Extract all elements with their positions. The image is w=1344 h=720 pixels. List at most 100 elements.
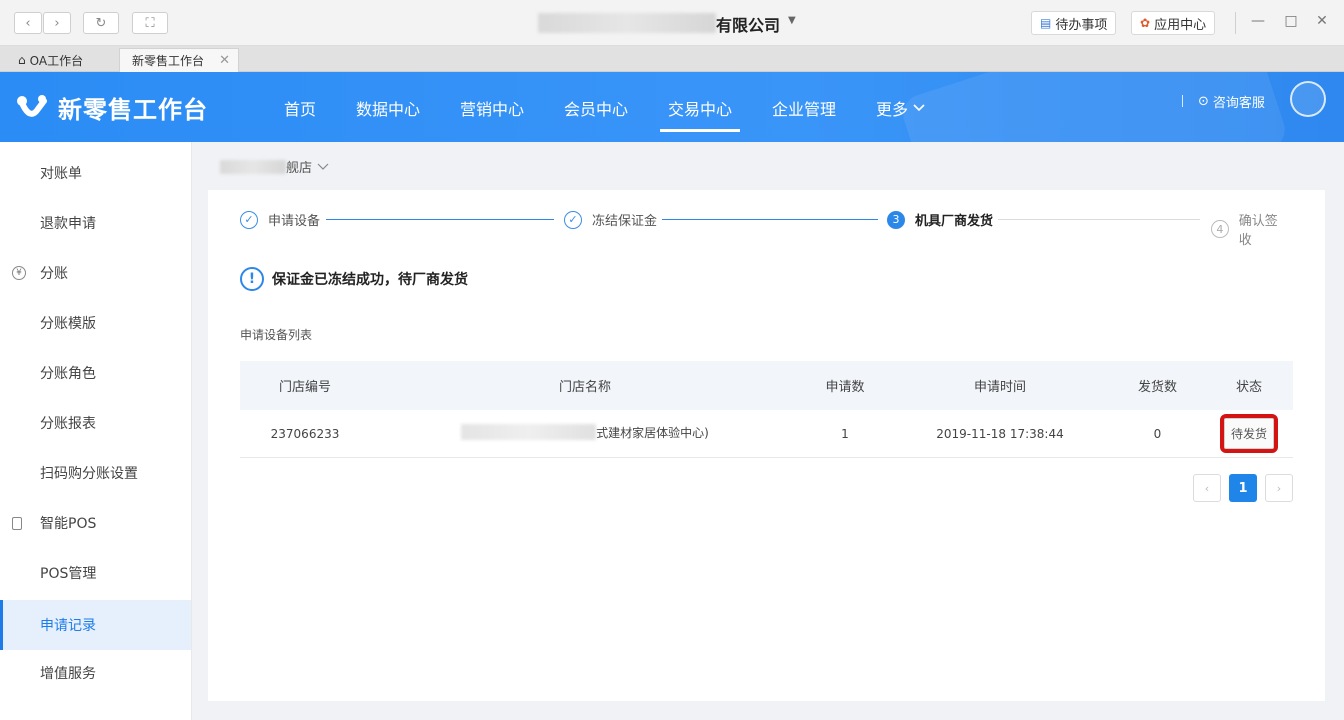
col-shipped: 发货数 bbox=[1137, 380, 1177, 395]
sidebar-item-pos-management[interactable]: POS管理 bbox=[0, 548, 191, 598]
sidebar-item-split-report[interactable]: 分账报表 bbox=[0, 398, 191, 448]
next-page-button[interactable]: › bbox=[1265, 474, 1293, 502]
step-connector bbox=[998, 219, 1200, 220]
nav-marketing-center[interactable]: 营销中心 bbox=[460, 96, 524, 120]
exclamation-icon: ! bbox=[240, 267, 264, 291]
nav-enterprise-management[interactable]: 企业管理 bbox=[772, 96, 836, 120]
step-freeze-deposit: ✓ 冻结保证金 bbox=[564, 210, 657, 229]
consult-service-link[interactable]: ⊙ 咨询客服 bbox=[1198, 92, 1265, 111]
tab-new-retail-label: 新零售工作台 bbox=[132, 54, 205, 68]
close-tab-icon[interactable]: ✕ bbox=[219, 53, 230, 68]
company-title[interactable]: 有限公司 bbox=[716, 12, 780, 36]
back-button[interactable]: ‹ bbox=[14, 12, 42, 34]
headset-icon: ⊙ bbox=[1198, 94, 1209, 109]
nav-member-center[interactable]: 会员中心 bbox=[564, 96, 628, 120]
app-center-icon: ✿ bbox=[1140, 16, 1151, 30]
store-name-text: 式建材家居体验中心) bbox=[596, 425, 709, 440]
caret-down-icon[interactable]: ▼ bbox=[788, 15, 796, 26]
store-label: 舰店 bbox=[286, 161, 313, 176]
col-time: 申请时间 bbox=[973, 380, 1026, 395]
window-titlebar: ‹ › ↻ ⛶ 有限公司 ▼ ▤ 待办事项 ✿ 应用中心 — □ ✕ bbox=[0, 0, 1344, 46]
check-icon: ✓ bbox=[240, 210, 258, 229]
notice-text: 保证金已冻结成功，待厂商发货 bbox=[272, 272, 468, 288]
store-selector[interactable]: 舰店 bbox=[220, 157, 330, 176]
app-center-label: 应用中心 bbox=[1154, 17, 1207, 33]
step-number-icon: 4 bbox=[1211, 220, 1229, 238]
status-badge[interactable]: 待发货 bbox=[1219, 414, 1279, 453]
step-label: 申请设备 bbox=[268, 214, 321, 229]
sidebar-item-label: 增值服务 bbox=[40, 666, 96, 682]
cell-store-name: 式建材家居体验中心) bbox=[370, 424, 800, 444]
redacted-store-name bbox=[220, 159, 286, 174]
chevron-right-icon: › bbox=[54, 15, 60, 31]
forward-button[interactable]: › bbox=[43, 12, 71, 34]
step-label: 机具厂商发货 bbox=[915, 214, 994, 229]
col-count: 申请数 bbox=[825, 380, 865, 395]
refresh-button[interactable]: ↻ bbox=[83, 12, 119, 34]
col-store-no: 门店编号 bbox=[278, 380, 331, 395]
nav-trade-center[interactable]: 交易中心 bbox=[668, 96, 732, 120]
col-store-name: 门店名称 bbox=[558, 380, 611, 395]
sidebar-group-split[interactable]: ¥ 分账 bbox=[0, 248, 191, 298]
step-apply-device: ✓ 申请设备 bbox=[240, 210, 320, 229]
yen-icon: ¥ bbox=[12, 266, 26, 280]
avatar[interactable] bbox=[1290, 81, 1326, 117]
sidebar-item-application-record[interactable]: 申请记录 bbox=[0, 600, 191, 650]
nav-more[interactable]: 更多 bbox=[876, 96, 926, 120]
nav-home[interactable]: 首页 bbox=[284, 96, 316, 120]
sidebar-item-label: 分账报表 bbox=[40, 416, 96, 432]
sidebar-item-label: 退款申请 bbox=[40, 216, 96, 232]
sidebar-item-label: 申请记录 bbox=[40, 618, 96, 634]
step-label: 确认签收 bbox=[1238, 214, 1278, 248]
chevron-down-icon bbox=[913, 104, 925, 112]
sidebar: 对账单 退款申请 ¥ 分账 分账模版 分账角色 分账报表 扫码购分账设置 智能P… bbox=[0, 142, 192, 720]
nav-data-center[interactable]: 数据中心 bbox=[356, 96, 420, 120]
table-row: 237066233 式建材家居体验中心) 1 2019-11-18 17:38:… bbox=[240, 410, 1293, 458]
tab-oa-label: OA工作台 bbox=[29, 53, 84, 68]
home-icon: ⌂ bbox=[18, 53, 26, 67]
consult-label: 咨询客服 bbox=[1212, 96, 1265, 111]
maximize-icon[interactable]: □ bbox=[1281, 13, 1301, 29]
progress-steps: ✓ 申请设备 ✓ 冻结保证金 3 机具厂商发货 4 确认签收 bbox=[240, 210, 1290, 248]
todo-label: 待办事项 bbox=[1055, 17, 1108, 33]
status-notice: ! 保证金已冻结成功，待厂商发货 bbox=[240, 267, 468, 291]
nav-more-label: 更多 bbox=[876, 100, 909, 119]
cell-time: 2019-11-18 17:38:44 bbox=[936, 426, 1064, 441]
step-confirm-receipt: 4 确认签收 bbox=[1211, 210, 1290, 248]
minimize-icon[interactable]: — bbox=[1248, 13, 1268, 29]
sidebar-item-label: 分账 bbox=[40, 266, 68, 282]
sidebar-item-statement[interactable]: 对账单 bbox=[0, 148, 191, 198]
sidebar-item-split-template[interactable]: 分账模版 bbox=[0, 298, 191, 348]
tab-oa[interactable]: ⌂ OA工作台 bbox=[6, 48, 118, 72]
chevron-left-icon: ‹ bbox=[25, 15, 31, 31]
fullscreen-button[interactable]: ⛶ bbox=[132, 12, 168, 34]
tab-bar: ⌂ OA工作台 新零售工作台 ✕ bbox=[0, 46, 1344, 72]
sidebar-item-label: 对账单 bbox=[40, 166, 82, 182]
redacted-company-name bbox=[538, 13, 716, 33]
step-connector bbox=[662, 219, 878, 220]
sidebar-group-smart-pos[interactable]: 智能POS bbox=[0, 498, 191, 548]
sidebar-item-refund-request[interactable]: 退款申请 bbox=[0, 198, 191, 248]
close-window-icon[interactable]: ✕ bbox=[1312, 13, 1332, 29]
list-title: 申请设备列表 bbox=[240, 328, 313, 342]
sidebar-item-value-added-services[interactable]: 增值服务 bbox=[0, 648, 191, 698]
table-header: 门店编号 门店名称 申请数 申请时间 发货数 状态 bbox=[240, 361, 1293, 410]
sidebar-item-label: 扫码购分账设置 bbox=[40, 466, 138, 482]
sidebar-item-label: 智能POS bbox=[40, 516, 97, 532]
tab-new-retail[interactable]: 新零售工作台 ✕ bbox=[119, 48, 239, 72]
col-status: 状态 bbox=[1235, 380, 1262, 395]
cell-status: 待发货 bbox=[1205, 414, 1293, 453]
sidebar-item-scan-split-settings[interactable]: 扫码购分账设置 bbox=[0, 448, 191, 498]
logo-text: 新零售工作台 bbox=[58, 96, 208, 124]
sidebar-item-split-role[interactable]: 分账角色 bbox=[0, 348, 191, 398]
toolbar-divider bbox=[1235, 12, 1236, 34]
app-logo[interactable]: 新零售工作台 bbox=[16, 90, 208, 125]
refresh-icon: ↻ bbox=[95, 15, 107, 31]
page-number-current[interactable]: 1 bbox=[1229, 474, 1257, 502]
sidebar-item-label: 分账模版 bbox=[40, 316, 96, 332]
todo-button[interactable]: ▤ 待办事项 bbox=[1031, 11, 1117, 35]
app-center-button[interactable]: ✿ 应用中心 bbox=[1131, 11, 1216, 35]
cell-store-no: 237066233 bbox=[270, 426, 340, 441]
chevron-down-icon bbox=[317, 163, 329, 170]
prev-page-button[interactable]: ‹ bbox=[1193, 474, 1221, 502]
